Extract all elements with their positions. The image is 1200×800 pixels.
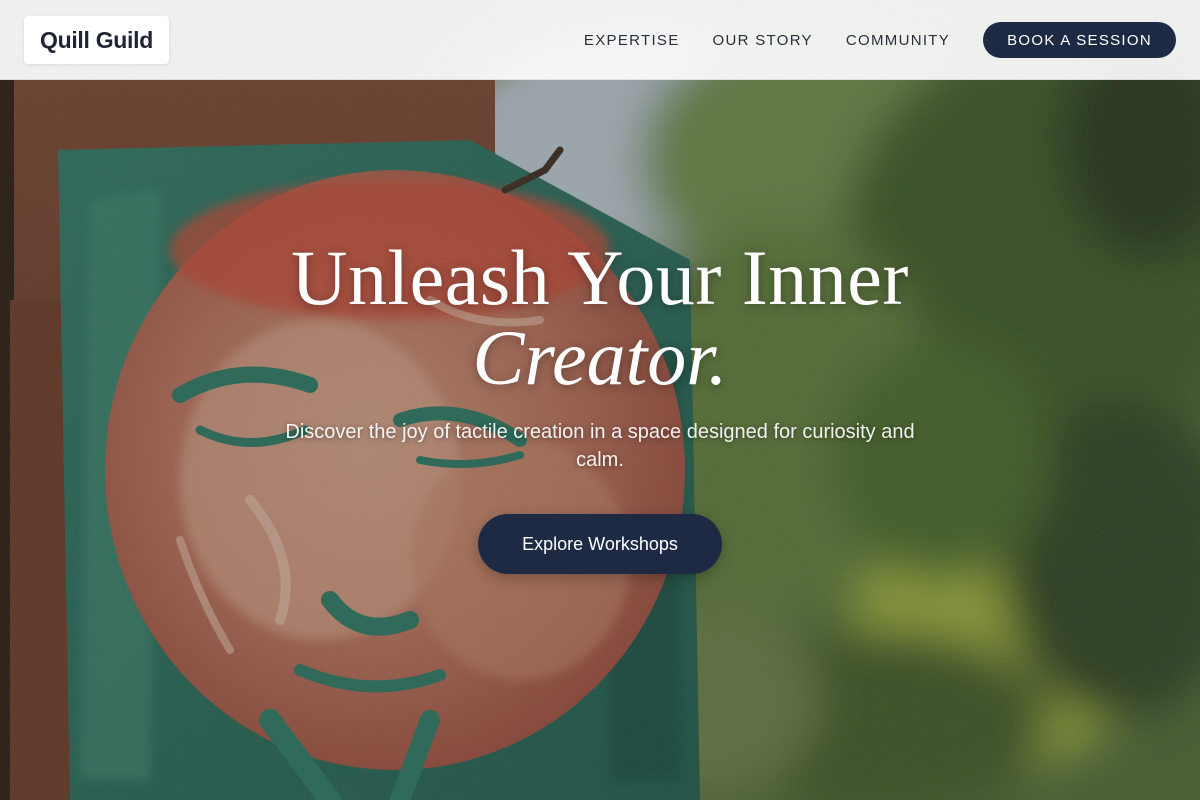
landing-page: Quill Guild EXPERTISE OUR STORY COMMUNIT… [0,0,1200,800]
nav-link-our-story[interactable]: OUR STORY [713,32,813,49]
site-logo[interactable]: Quill Guild [24,16,169,64]
hero-title-line-1: Unleash Your Inner [291,234,909,321]
hero-subtitle: Discover the joy of tactile creation in … [285,421,915,471]
site-header: Quill Guild EXPERTISE OUR STORY COMMUNIT… [0,0,1200,80]
explore-workshops-button[interactable]: Explore Workshops [478,514,722,574]
hero-title-line-2: Creator. [472,314,728,401]
main-nav: EXPERTISE OUR STORY COMMUNITY BOOK A SES… [584,22,1176,58]
nav-link-expertise[interactable]: EXPERTISE [584,32,680,49]
nav-link-community[interactable]: COMMUNITY [846,32,950,49]
book-session-button[interactable]: BOOK A SESSION [983,22,1176,58]
hero-section: Unleash Your Inner Creator. Discover the… [0,236,1200,574]
hero-title: Unleash Your Inner Creator. [0,234,1200,401]
